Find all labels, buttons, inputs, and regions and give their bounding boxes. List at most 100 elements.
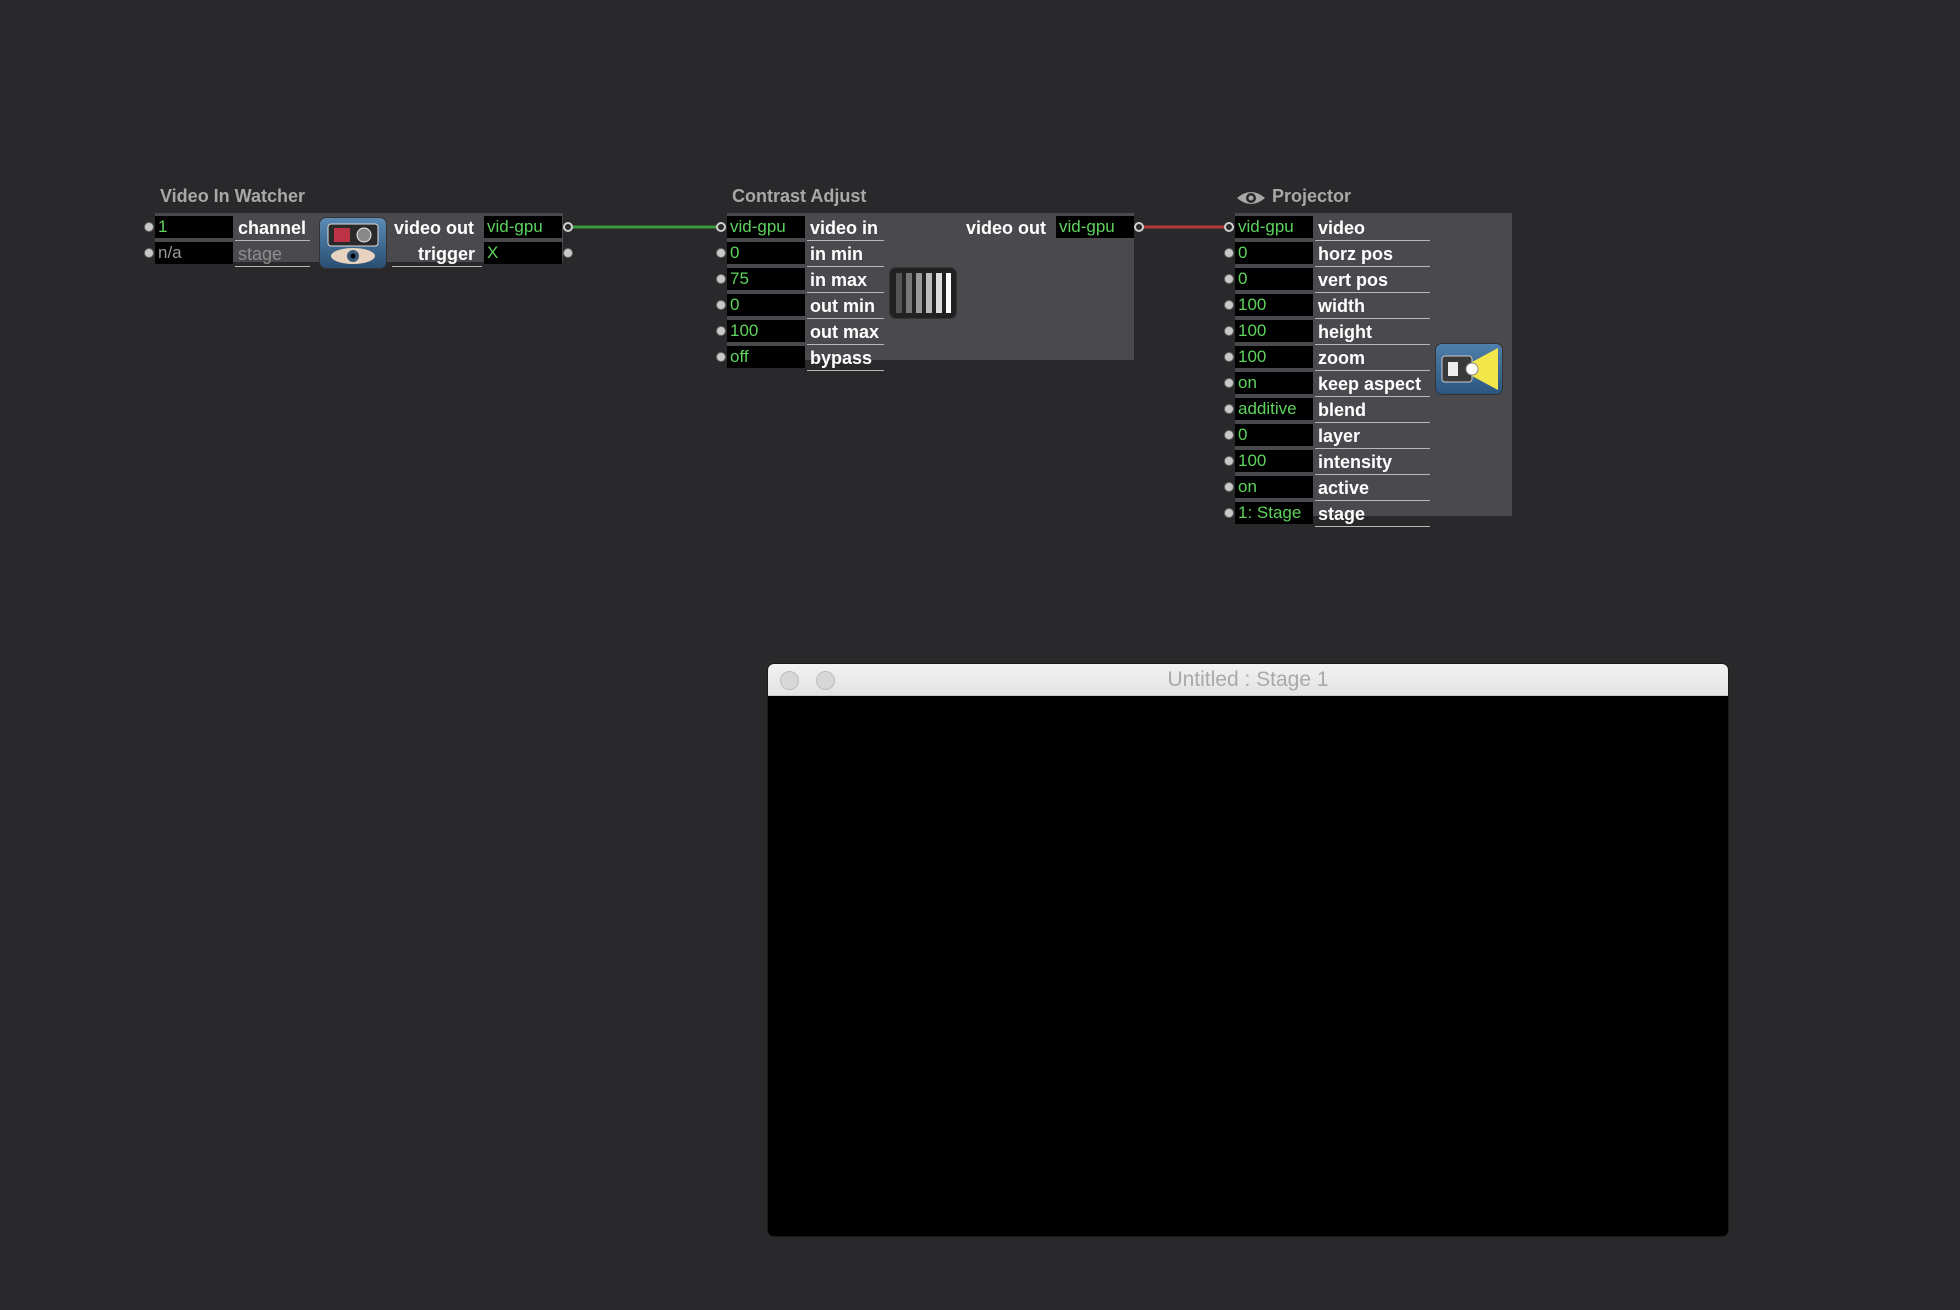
actor-title[interactable]: Projector bbox=[1272, 186, 1351, 207]
input-port-width[interactable] bbox=[1224, 300, 1234, 310]
underline bbox=[1315, 448, 1430, 449]
stage-window-title: Untitled : Stage 1 bbox=[1167, 668, 1329, 691]
input-port-out-min[interactable] bbox=[716, 300, 726, 310]
zoom-value[interactable]: 100 bbox=[1235, 346, 1313, 368]
underline bbox=[807, 240, 884, 241]
video-out-value[interactable]: vid-gpu bbox=[1056, 216, 1134, 238]
actor-title[interactable]: Video In Watcher bbox=[160, 186, 305, 207]
input-port-vert-pos[interactable] bbox=[1224, 274, 1234, 284]
intensity-label: intensity bbox=[1318, 452, 1393, 472]
underline bbox=[807, 292, 884, 293]
underline bbox=[807, 318, 884, 319]
underline bbox=[1315, 344, 1430, 345]
active-value[interactable]: on bbox=[1235, 476, 1313, 498]
active-label: active bbox=[1318, 478, 1370, 498]
underline bbox=[1315, 318, 1430, 319]
projector-actor[interactable]: Projector vid-gpu video 0 horz pos 0 vert pos… bbox=[1220, 186, 1520, 536]
input-port-zoom[interactable] bbox=[1224, 352, 1234, 362]
camera-eye-icon bbox=[320, 218, 386, 268]
video-value[interactable]: vid-gpu bbox=[1235, 216, 1313, 238]
channel-label: channel bbox=[238, 218, 307, 238]
underline bbox=[807, 370, 884, 371]
video-out-label: video out bbox=[394, 218, 474, 238]
video-out-value[interactable]: vid-gpu bbox=[484, 216, 562, 238]
input-port-in-max[interactable] bbox=[716, 274, 726, 284]
out-min-value[interactable]: 0 bbox=[727, 294, 805, 316]
blend-label: blend bbox=[1318, 400, 1366, 420]
input-port-intensity[interactable] bbox=[1224, 456, 1234, 466]
zoom-label: zoom bbox=[1318, 348, 1365, 368]
output-port-trigger[interactable] bbox=[563, 248, 573, 258]
trigger-label: trigger bbox=[418, 244, 476, 264]
bypass-value[interactable]: off bbox=[727, 346, 805, 368]
underline bbox=[807, 344, 884, 345]
input-port-stage[interactable] bbox=[144, 248, 154, 258]
output-port-video-out[interactable] bbox=[1134, 222, 1144, 232]
input-port-video[interactable] bbox=[1224, 222, 1234, 232]
input-port-channel[interactable] bbox=[144, 222, 154, 232]
blend-value[interactable]: additive bbox=[1235, 398, 1313, 420]
input-port-keep-aspect[interactable] bbox=[1224, 378, 1234, 388]
height-label: height bbox=[1318, 322, 1372, 342]
out-max-label: out max bbox=[810, 322, 880, 342]
out-max-value[interactable]: 100 bbox=[727, 320, 805, 342]
underline bbox=[235, 266, 310, 267]
input-port-bypass[interactable] bbox=[716, 352, 726, 362]
in-min-value[interactable]: 0 bbox=[727, 242, 805, 264]
video-out-label: video out bbox=[966, 218, 1046, 238]
stage-window[interactable]: Untitled : Stage 1 bbox=[768, 664, 1728, 1236]
input-port-out-max[interactable] bbox=[716, 326, 726, 336]
width-label: width bbox=[1318, 296, 1365, 316]
underline bbox=[1315, 500, 1430, 501]
underline bbox=[1315, 292, 1430, 293]
stage-output-area bbox=[768, 696, 1728, 1236]
trigger-value[interactable]: X bbox=[484, 242, 562, 264]
output-port-video-out[interactable] bbox=[563, 222, 573, 232]
width-value[interactable]: 100 bbox=[1235, 294, 1313, 316]
underline bbox=[235, 240, 310, 241]
eye-icon[interactable] bbox=[1236, 189, 1266, 207]
input-port-horz-pos[interactable] bbox=[1224, 248, 1234, 258]
video-in-watcher-actor[interactable]: Video In Watcher 1 channel n/a stage vid… bbox=[140, 186, 580, 286]
stage-label: stage bbox=[1318, 504, 1366, 524]
keep-aspect-value[interactable]: on bbox=[1235, 372, 1313, 394]
contrast-bars-icon bbox=[890, 268, 956, 318]
actor-title[interactable]: Contrast Adjust bbox=[732, 186, 866, 207]
vert-pos-value[interactable]: 0 bbox=[1235, 268, 1313, 290]
underline bbox=[1315, 526, 1430, 527]
stage-value[interactable]: 1: Stage bbox=[1235, 502, 1313, 524]
channel-value[interactable]: 1 bbox=[155, 216, 233, 238]
in-max-value[interactable]: 75 bbox=[727, 268, 805, 290]
horz-pos-value[interactable]: 0 bbox=[1235, 242, 1313, 264]
in-max-label: in max bbox=[810, 270, 868, 290]
video-in-label: video in bbox=[810, 218, 879, 238]
underline bbox=[1315, 396, 1430, 397]
input-port-video-in[interactable] bbox=[716, 222, 726, 232]
underline bbox=[1315, 240, 1430, 241]
input-port-stage[interactable] bbox=[1224, 508, 1234, 518]
underline bbox=[1315, 474, 1430, 475]
stage-titlebar[interactable]: Untitled : Stage 1 bbox=[768, 664, 1728, 696]
height-value[interactable]: 100 bbox=[1235, 320, 1313, 342]
input-port-blend[interactable] bbox=[1224, 404, 1234, 414]
projector-icon bbox=[1436, 344, 1502, 394]
layer-value[interactable]: 0 bbox=[1235, 424, 1313, 446]
video-in-value[interactable]: vid-gpu bbox=[727, 216, 805, 238]
underline bbox=[1315, 266, 1430, 267]
keep-aspect-label: keep aspect bbox=[1318, 374, 1422, 394]
out-min-label: out min bbox=[810, 296, 875, 316]
input-port-height[interactable] bbox=[1224, 326, 1234, 336]
contrast-adjust-actor[interactable]: Contrast Adjust vid-gpu video in 0 in mi… bbox=[712, 186, 1144, 376]
bypass-label: bypass bbox=[810, 348, 873, 368]
underline bbox=[807, 266, 884, 267]
stage-label: stage bbox=[238, 244, 283, 264]
stage-value[interactable]: n/a bbox=[155, 242, 233, 264]
input-port-in-min[interactable] bbox=[716, 248, 726, 258]
in-min-label: in min bbox=[810, 244, 863, 264]
underline bbox=[1315, 422, 1430, 423]
input-port-layer[interactable] bbox=[1224, 430, 1234, 440]
input-port-active[interactable] bbox=[1224, 482, 1234, 492]
intensity-value[interactable]: 100 bbox=[1235, 450, 1313, 472]
underline bbox=[1315, 370, 1430, 371]
vert-pos-label: vert pos bbox=[1318, 270, 1389, 290]
